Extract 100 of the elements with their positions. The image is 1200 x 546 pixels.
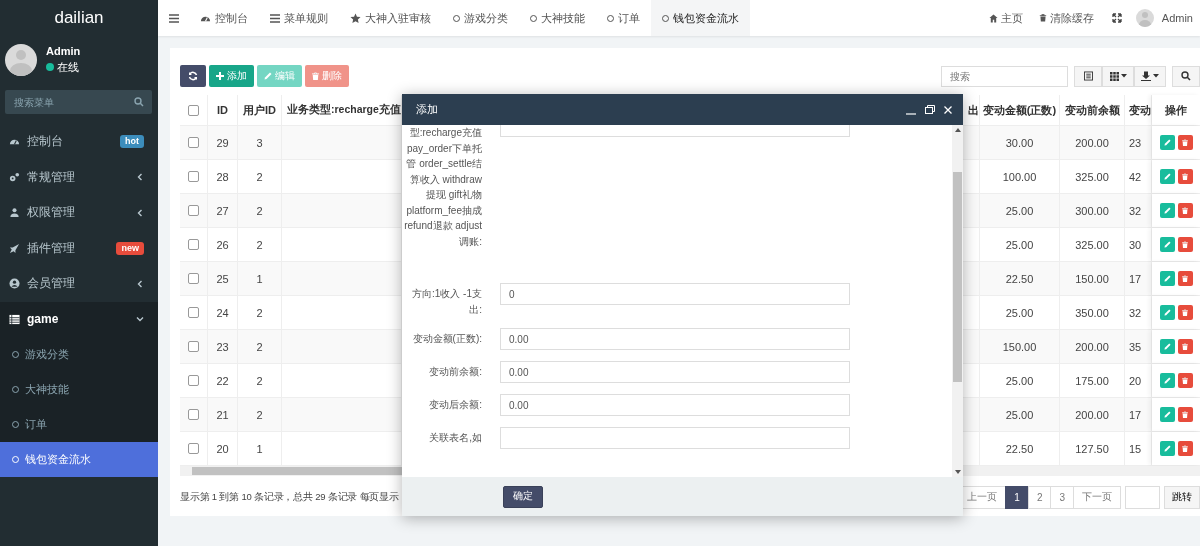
sidebar-subitem[interactable]: 钱包资金流水 (0, 442, 158, 477)
page-button[interactable]: 2 (1027, 485, 1052, 509)
clear-cache-link[interactable]: 清除缓存 (1030, 10, 1102, 26)
nav-tab[interactable]: 游戏分类 (442, 0, 519, 36)
fullscreen-icon[interactable] (1111, 13, 1122, 23)
export-button[interactable] (1134, 65, 1166, 87)
pencil-icon (1163, 377, 1171, 384)
checkbox[interactable] (188, 239, 199, 250)
nav-tab[interactable]: 订单 (596, 0, 651, 36)
table-cell: 325.00 (1060, 160, 1125, 193)
checkbox[interactable] (188, 375, 199, 386)
trash-icon (1038, 13, 1047, 23)
checkbox[interactable] (188, 273, 199, 284)
avatar-icon[interactable] (1135, 9, 1154, 27)
search-field[interactable]: 搜索 (941, 65, 1068, 87)
home-link[interactable]: 主页 (980, 10, 1031, 26)
checkbox[interactable] (188, 205, 199, 216)
table-cell: 150.00 (980, 330, 1060, 363)
nav-tab[interactable]: 菜单规则 (259, 0, 339, 36)
sidebar-subitem[interactable]: 游戏分类 (0, 337, 158, 372)
scroll-down-icon[interactable] (954, 470, 961, 474)
delete-button[interactable] (1177, 441, 1193, 456)
caret-icon (1120, 74, 1127, 78)
page-button[interactable]: 1 (1005, 485, 1029, 509)
search-input[interactable]: 搜索菜单 (14, 96, 134, 108)
nav-tab[interactable]: 大神入驻审核 (339, 0, 442, 36)
column-header[interactable]: 用户ID (238, 95, 282, 125)
column-header[interactable]: 变动前余额 (1060, 95, 1125, 125)
delete-button[interactable] (1177, 237, 1193, 252)
delete-button[interactable] (1177, 169, 1193, 184)
sidebar-item[interactable]: 插件管理 new (0, 230, 158, 266)
menu-badge: hot (120, 135, 144, 149)
sidebar-item[interactable]: 控制台 hot (0, 124, 158, 160)
edit-button[interactable] (1159, 169, 1175, 184)
table-cell: 22.50 (980, 432, 1060, 465)
nav-tab[interactable]: 大神技能 (519, 0, 596, 36)
edit-button[interactable] (1159, 237, 1175, 252)
table-cell: 21 (208, 398, 238, 431)
input-field[interactable]: 0.00 (500, 361, 850, 383)
scroll-up-icon[interactable] (954, 128, 961, 132)
edit-button[interactable] (1159, 203, 1175, 218)
checkbox[interactable] (188, 307, 199, 318)
nav-tab[interactable]: 控制台 (189, 0, 259, 36)
delete-button[interactable] (1177, 271, 1193, 286)
delete-button[interactable] (1177, 339, 1193, 354)
checkbox[interactable] (188, 409, 199, 420)
refresh-button[interactable] (180, 65, 206, 87)
input-field[interactable]: 0 (500, 283, 850, 305)
close-icon[interactable] (944, 105, 952, 114)
table-cell: 28 (208, 160, 238, 193)
delete-button[interactable] (1177, 407, 1193, 422)
confirm-button[interactable]: 确定 (503, 485, 543, 508)
edit-button[interactable] (1159, 271, 1175, 286)
sidebar-item[interactable]: 常规管理 (0, 159, 158, 195)
edit-button[interactable] (1159, 135, 1175, 150)
sidebar-item[interactable]: game (0, 301, 158, 337)
checkbox[interactable] (188, 443, 199, 454)
menu-icon[interactable] (169, 13, 179, 23)
column-header[interactable]: 操作 (1152, 95, 1200, 125)
input-field[interactable] (500, 427, 850, 449)
sidebar-item[interactable]: 会员管理 (0, 266, 158, 302)
toggle-view-button[interactable] (1074, 65, 1102, 87)
column-header[interactable]: 变动金额(正数) (980, 95, 1060, 125)
delete-button[interactable] (1177, 135, 1193, 150)
input-field[interactable]: 0.00 (500, 394, 850, 416)
user-name[interactable]: Admin (1161, 12, 1193, 24)
column-header[interactable]: ID (208, 95, 238, 125)
edit-button[interactable] (1159, 407, 1175, 422)
scrollbar[interactable] (952, 125, 963, 477)
input-field[interactable]: 0.00 (500, 328, 850, 350)
edit-button[interactable] (1159, 339, 1175, 354)
delete-button[interactable] (1177, 373, 1193, 388)
edit-button[interactable] (1159, 373, 1175, 388)
edit-button[interactable] (1159, 305, 1175, 320)
pencil-icon (1163, 275, 1171, 282)
checkbox[interactable] (188, 137, 199, 148)
edit-button[interactable] (1159, 441, 1175, 456)
checkbox[interactable] (188, 341, 199, 352)
delete-button[interactable] (1177, 203, 1193, 218)
delete-button[interactable] (1177, 305, 1193, 320)
input-field[interactable] (500, 125, 850, 137)
page-button[interactable]: 下一页 (1073, 485, 1121, 509)
sidebar-item[interactable]: 权限管理 (0, 195, 158, 231)
page-button[interactable]: 3 (1050, 485, 1074, 509)
pencil-icon (1163, 173, 1171, 180)
search-button[interactable] (1172, 65, 1200, 87)
jump-button[interactable]: 跳转 (1164, 485, 1200, 509)
page-input[interactable] (1125, 485, 1160, 509)
restore-icon[interactable] (925, 105, 935, 114)
sidebar-subitem[interactable]: 订单 (0, 407, 158, 442)
table-cell: 25.00 (980, 296, 1060, 329)
sidebar-subitem[interactable]: 大神技能 (0, 372, 158, 407)
checkbox[interactable] (188, 171, 199, 182)
list-icon (270, 13, 280, 23)
columns-button[interactable] (1102, 65, 1134, 87)
table-cell: 1 (238, 262, 282, 295)
search-field[interactable]: 搜索菜单 (5, 90, 152, 114)
table-cell: 30.00 (980, 126, 1060, 159)
checkbox[interactable] (188, 104, 199, 116)
nav-tab[interactable]: 钱包资金流水 (651, 0, 750, 36)
